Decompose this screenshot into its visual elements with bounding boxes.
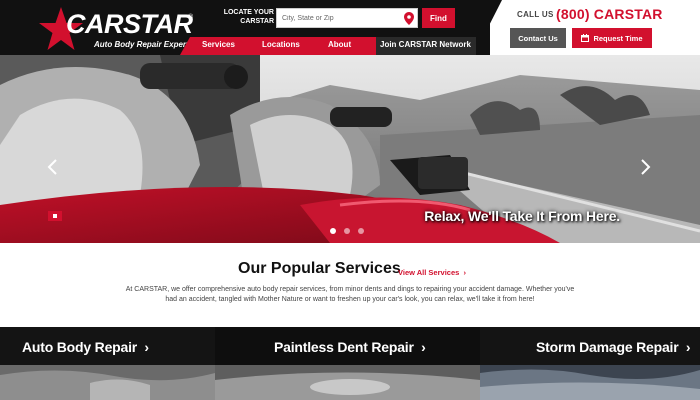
chevron-left-icon[interactable]: [46, 158, 60, 176]
view-all-services-link[interactable]: View All Services ›: [398, 268, 466, 277]
service-tile-title: Storm Damage Repair ›: [536, 339, 691, 355]
carstar-logo[interactable]: CARSTAR ® Auto Body Repair Experts: [38, 6, 198, 50]
nav-item-locations[interactable]: Locations: [262, 40, 300, 49]
location-search-input[interactable]: [282, 9, 400, 27]
paintless-dent-photo: [215, 365, 480, 400]
service-tile-title: Paintless Dent Repair ›: [274, 339, 426, 355]
hero-caption: Relax, We'll Take It From Here.: [424, 208, 620, 224]
chevron-right-icon[interactable]: [638, 158, 652, 176]
nav-item-services[interactable]: Services: [202, 40, 235, 49]
find-button[interactable]: Find: [422, 8, 455, 28]
chevron-right-icon: ›: [678, 339, 691, 355]
nav-item-about[interactable]: About: [328, 40, 351, 49]
nav-item-join-network[interactable]: Join CARSTAR Network: [380, 40, 471, 49]
services-intro: At CARSTAR, we offer comprehensive auto …: [125, 286, 575, 303]
services-heading: Our Popular Services: [238, 260, 401, 277]
slider-dots: [330, 228, 370, 236]
hero-slider: Relax, We'll Take It From Here.: [0, 55, 700, 243]
chevron-right-icon: ›: [461, 268, 466, 277]
map-pin-icon[interactable]: [404, 12, 414, 25]
chevron-right-icon: ›: [137, 339, 149, 355]
trademark-symbol: ®: [188, 14, 194, 21]
slider-dot[interactable]: [344, 228, 350, 234]
service-tiles: Auto Body Repair › Paintless Dent Repair…: [0, 327, 700, 400]
call-us-label: CALL US: [517, 10, 554, 19]
logo-tagline: Auto Body Repair Experts: [94, 40, 194, 49]
slider-control-button[interactable]: [48, 211, 62, 221]
contact-us-button[interactable]: Contact Us: [510, 28, 566, 48]
slider-dot[interactable]: [330, 228, 336, 234]
service-tile-auto-body[interactable]: Auto Body Repair ›: [0, 327, 215, 400]
view-all-label: View All Services: [398, 268, 460, 277]
service-tile-paintless-dent[interactable]: Paintless Dent Repair ›: [215, 327, 480, 400]
auto-body-photo: [0, 365, 215, 400]
site-header: CARSTAR ® Auto Body Repair Experts LOCAT…: [0, 0, 700, 55]
request-time-label: Request Time: [593, 33, 643, 43]
locator-label: LOCATE YOUR CARSTAR: [223, 9, 274, 25]
calendar-icon: [581, 34, 590, 42]
location-search-box: [276, 8, 418, 28]
main-nav: Services Locations About Join CARSTAR Ne…: [180, 37, 490, 55]
phone-number[interactable]: (800) CARSTAR: [556, 6, 663, 22]
request-time-button[interactable]: Request Time: [572, 28, 652, 48]
service-tile-title: Auto Body Repair ›: [22, 339, 149, 355]
slider-dot[interactable]: [358, 228, 364, 234]
logo-wordmark: CARSTAR: [66, 9, 193, 39]
page: CARSTAR ® Auto Body Repair Experts LOCAT…: [0, 0, 700, 400]
chevron-right-icon: ›: [413, 339, 426, 355]
storm-damage-photo: [480, 365, 700, 400]
service-tile-storm-damage[interactable]: Storm Damage Repair ›: [480, 327, 700, 400]
